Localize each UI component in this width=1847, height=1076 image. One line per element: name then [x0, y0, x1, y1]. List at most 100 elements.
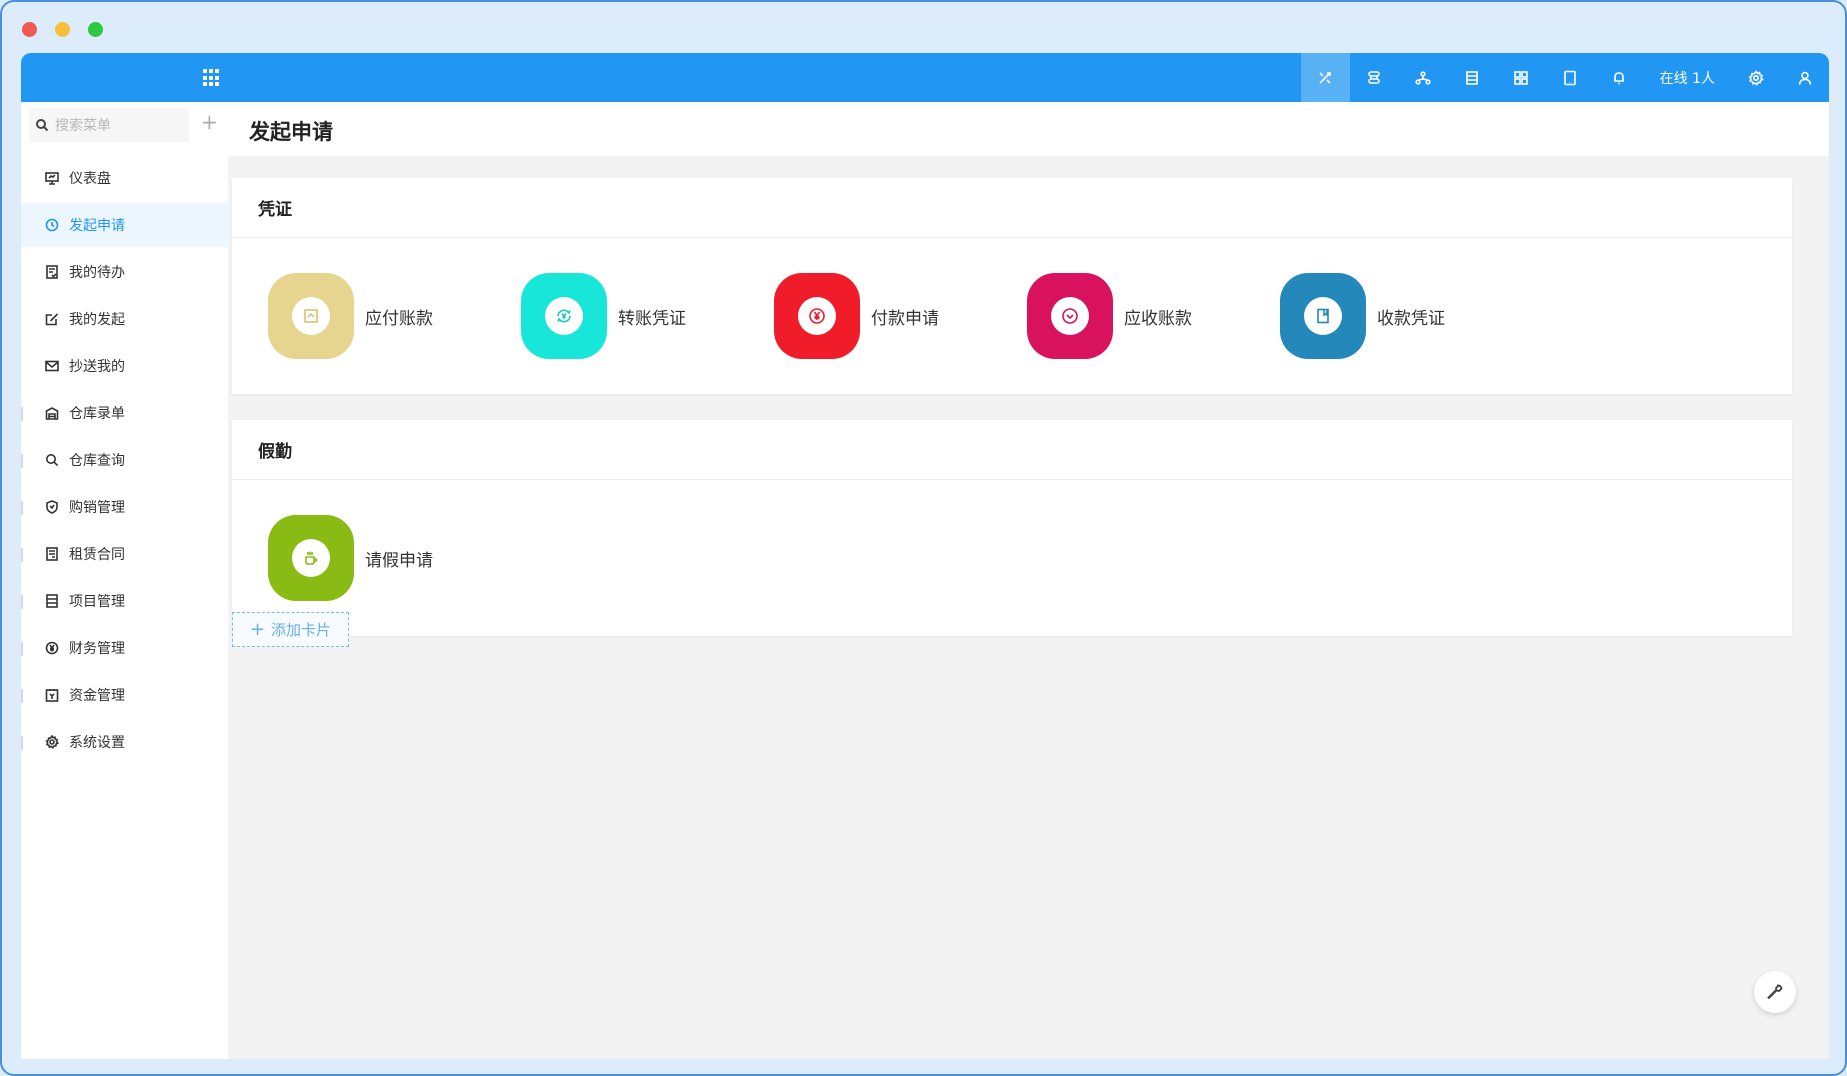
- app-receipt-voucher[interactable]: 收款凭证: [1280, 273, 1445, 359]
- collapse-indicator: [21, 454, 23, 468]
- sidebar-item-warehouse-query[interactable]: 仓库查询: [21, 438, 228, 482]
- app-transfer[interactable]: 转账凭证: [521, 273, 686, 359]
- sidebar-item-label: 抄送我的: [69, 359, 125, 375]
- sidebar-item-label: 仓库查询: [69, 453, 125, 469]
- collapse-indicator: [21, 642, 23, 656]
- sidebar-item-label: 资金管理: [69, 688, 125, 704]
- menu-search-input[interactable]: 搜索菜单: [29, 108, 189, 142]
- receipt-icon: [1317, 308, 1329, 324]
- sidebar-item-fund[interactable]: 资金管理: [21, 673, 228, 717]
- settings-icon[interactable]: [1731, 53, 1780, 102]
- add-menu-button[interactable]: +: [201, 112, 218, 134]
- sidebar-item-project[interactable]: 项目管理: [21, 579, 228, 623]
- minimize-window-button[interactable]: [55, 22, 70, 37]
- online-count[interactable]: 在线 1人: [1644, 53, 1731, 102]
- gear-icon: [45, 735, 59, 749]
- tablet-icon[interactable]: [1546, 53, 1595, 102]
- add-card-button[interactable]: + 添加卡片: [232, 612, 349, 647]
- list-icon[interactable]: [1448, 53, 1497, 102]
- close-window-button[interactable]: [22, 22, 37, 37]
- search-icon: [45, 453, 59, 467]
- sidebar-item-label: 我的发起: [69, 312, 125, 328]
- sidebar-item-cc-me[interactable]: 抄送我的: [21, 344, 228, 388]
- page-title: 发起申请: [249, 120, 333, 144]
- app-window: 在线 1人 搜索菜单 + 仪表盘 发起申请 我的待办 我的发起 抄送我的 仓库录…: [0, 0, 1847, 1076]
- wrench-fab-button[interactable]: [1754, 971, 1796, 1013]
- transfer-icon: [557, 309, 571, 323]
- sidebar-item-label: 仓库录单: [69, 406, 125, 422]
- sidebar-item-label: 财务管理: [69, 641, 125, 657]
- tools-icon[interactable]: [1300, 53, 1350, 102]
- app-grid-icon[interactable]: [203, 69, 221, 87]
- collapse-indicator: [21, 548, 23, 562]
- zoom-window-button[interactable]: [88, 22, 103, 37]
- sidebar-item-purchase-sales[interactable]: 购销管理: [21, 485, 228, 529]
- search-placeholder: 搜索菜单: [55, 118, 111, 134]
- app-payable[interactable]: 应付账款: [268, 273, 433, 359]
- apps-icon[interactable]: [1497, 53, 1546, 102]
- sidebar-item-system-settings[interactable]: 系统设置: [21, 720, 228, 764]
- collapse-indicator: [21, 595, 23, 609]
- sidebar-item-label: 仪表盘: [69, 171, 111, 187]
- app-label: 应付账款: [365, 308, 433, 329]
- card-body: 请假申请: [232, 480, 1792, 636]
- app-tile: [268, 273, 354, 359]
- sidebar-item-label: 我的待办: [69, 265, 125, 281]
- edit-icon: [45, 312, 59, 326]
- sidebar-item-label: 发起申请: [69, 218, 125, 234]
- card-body: 应付账款 转账凭证 付款申请 应收账款 收款凭证: [232, 238, 1792, 394]
- receivable-icon: [1062, 308, 1078, 324]
- sidebar-item-my-todo[interactable]: 我的待办: [21, 250, 228, 294]
- wrench-icon: [1767, 984, 1783, 1000]
- sidebar-item-my-initiated[interactable]: 我的发起: [21, 297, 228, 341]
- warehouse-icon: [45, 406, 59, 420]
- app-label: 收款凭证: [1377, 308, 1445, 329]
- bell-icon[interactable]: [1595, 53, 1644, 102]
- org-icon[interactable]: [1399, 53, 1448, 102]
- plus-icon: +: [249, 619, 266, 640]
- collapse-indicator: [21, 407, 23, 421]
- user-icon[interactable]: [1780, 53, 1829, 102]
- page-header: 发起申请: [228, 102, 1829, 156]
- fund-icon: [45, 688, 59, 702]
- sidebar-item-label: 租赁合同: [69, 547, 125, 563]
- app-label: 付款申请: [871, 308, 939, 329]
- app-tile: [521, 273, 607, 359]
- collapse-indicator: [21, 736, 23, 750]
- app-tile: [774, 273, 860, 359]
- window-controls: [22, 22, 103, 37]
- app-tile: [1027, 273, 1113, 359]
- sidebar-item-lease-contract[interactable]: 租赁合同: [21, 532, 228, 576]
- card-title: 凭证: [232, 178, 1792, 238]
- sidebar-item-label: 购销管理: [69, 500, 125, 516]
- project-icon: [45, 594, 59, 608]
- sidebar-item-finance[interactable]: 财务管理: [21, 626, 228, 670]
- sidebar-item-warehouse-entry[interactable]: 仓库录单: [21, 391, 228, 435]
- app-label: 转账凭证: [618, 308, 686, 329]
- clock-icon: [45, 218, 59, 232]
- sidebar-menu: 仪表盘 发起申请 我的待办 我的发起 抄送我的 仓库录单 仓库查询 购销管理 租…: [21, 156, 228, 767]
- search-icon: [36, 119, 49, 132]
- sidebar-item-label: 系统设置: [69, 735, 125, 751]
- card-vouchers: 凭证 应付账款 转账凭证 付款申请 应收账款 收款凭证: [232, 178, 1792, 394]
- top-toolbar: 在线 1人: [1300, 53, 1829, 102]
- app-receivable[interactable]: 应收账款: [1027, 273, 1192, 359]
- sidebar-item-new-request[interactable]: 发起申请: [21, 203, 228, 247]
- app-payment-request[interactable]: 付款申请: [774, 273, 939, 359]
- dashboard-icon: [45, 171, 59, 185]
- sidebar-item-label: 项目管理: [69, 594, 125, 610]
- collapse-indicator: [21, 501, 23, 515]
- app-label: 应收账款: [1124, 308, 1192, 329]
- collapse-indicator: [21, 689, 23, 703]
- card-title: 假勤: [232, 420, 1792, 480]
- payable-icon: [304, 309, 318, 323]
- app-tile: [1280, 273, 1366, 359]
- coffee-icon: [305, 551, 318, 565]
- shield-icon: [45, 500, 59, 514]
- flow-icon[interactable]: [1350, 53, 1399, 102]
- app-leave-request[interactable]: 请假申请: [268, 515, 433, 601]
- todo-icon: [45, 265, 59, 279]
- sidebar: 搜索菜单 + 仪表盘 发起申请 我的待办 我的发起 抄送我的 仓库录单 仓库查询…: [21, 102, 228, 1059]
- payment-icon: [809, 308, 825, 324]
- sidebar-item-dashboard[interactable]: 仪表盘: [21, 156, 228, 200]
